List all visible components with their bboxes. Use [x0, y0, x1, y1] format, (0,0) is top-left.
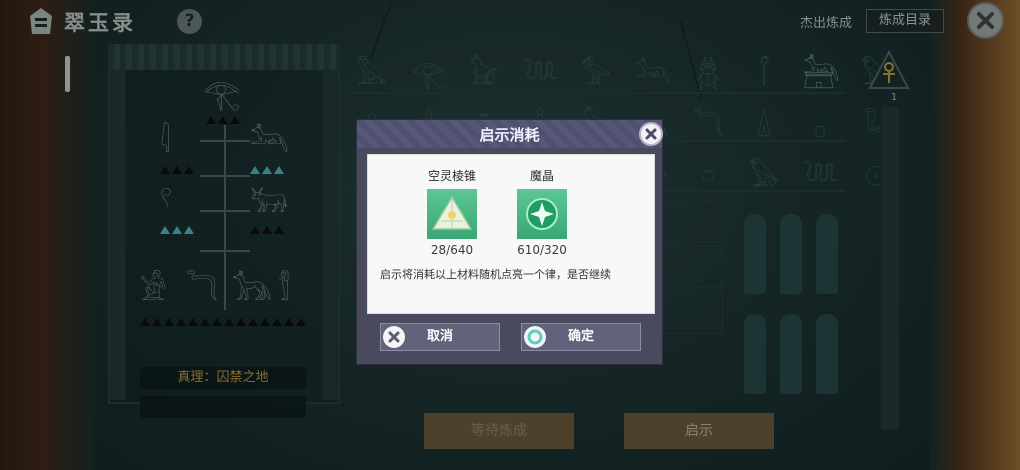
item-count: 28/640 — [430, 243, 474, 257]
confirm-icon — [524, 326, 546, 348]
close-icon — [645, 128, 657, 140]
item-slot — [427, 189, 477, 239]
dialog-body: 空灵棱锥 28/640 魔晶 610/320 启示将消耗以上材料随机点亮一个律，… — [367, 154, 655, 314]
cost-item: 魔晶 610/320 — [502, 167, 582, 257]
confirm-label: 确定 — [567, 329, 594, 344]
pyramid-icon — [431, 195, 473, 230]
reveal-cost-dialog: 启示消耗 空灵棱锥 28/640 魔晶 610/320 启示将消耗以上材料随机点… — [356, 119, 663, 365]
dialog-description: 启示将消耗以上材料随机点亮一个律，是否继续 — [380, 268, 611, 281]
item-name: 空灵棱锥 — [427, 169, 476, 183]
item-slot — [517, 189, 567, 239]
dialog-close-button[interactable] — [639, 122, 663, 146]
item-count: 610/320 — [517, 243, 567, 257]
cost-item: 空灵棱锥 28/640 — [412, 167, 492, 257]
magic-crystal-icon — [526, 198, 558, 230]
item-name: 魔晶 — [529, 169, 554, 183]
cancel-icon — [383, 326, 405, 348]
cancel-button[interactable]: 取消 — [380, 323, 500, 351]
dialog-title: 启示消耗 — [479, 126, 540, 144]
cancel-label: 取消 — [426, 329, 453, 344]
confirm-button[interactable]: 确定 — [521, 323, 641, 351]
